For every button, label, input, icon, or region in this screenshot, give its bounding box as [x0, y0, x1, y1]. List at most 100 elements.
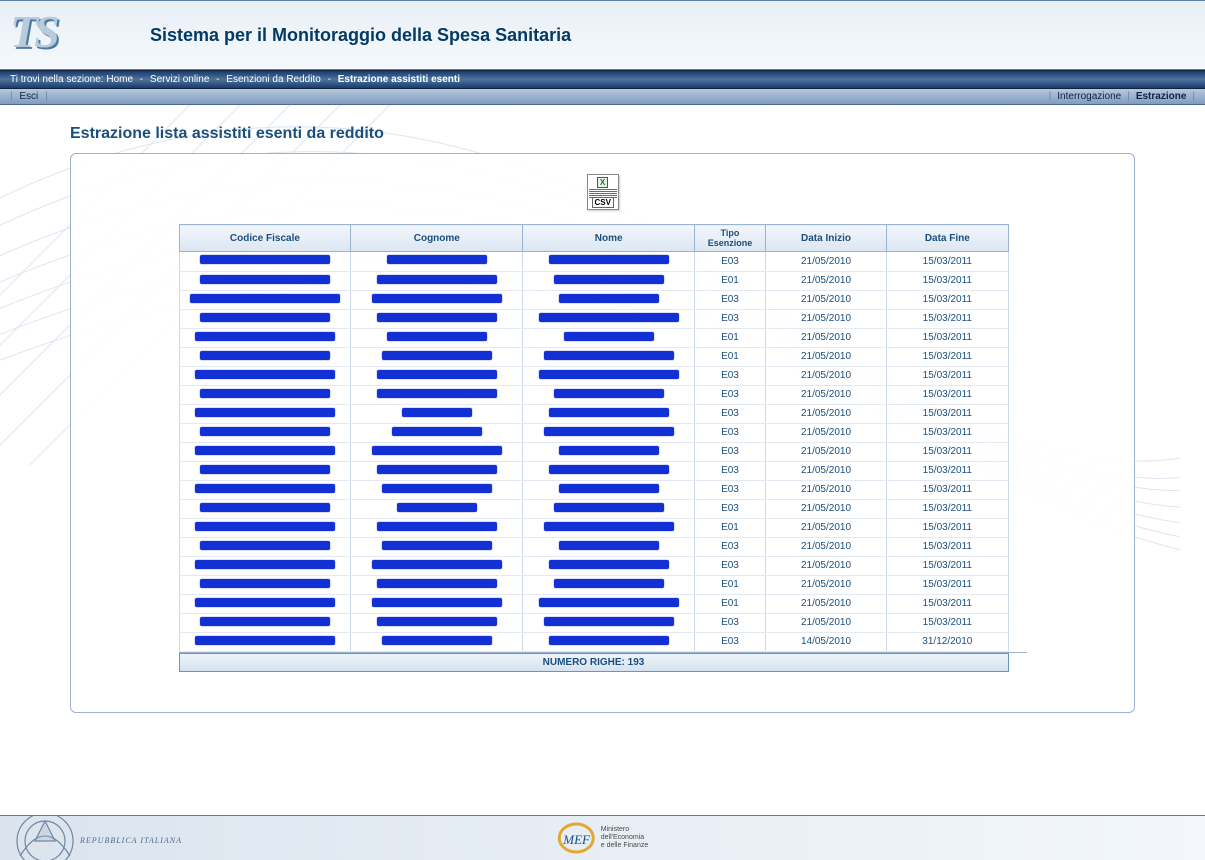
table-row[interactable]: E0121/05/201015/03/2011	[179, 594, 1008, 613]
estrazione-link[interactable]: Estrazione	[1132, 91, 1191, 102]
cell-data-fine: 15/03/2011	[887, 328, 1008, 347]
breadcrumb-link[interactable]: Servizi online	[147, 74, 212, 85]
table-row[interactable]: E0121/05/201015/03/2011	[179, 328, 1008, 347]
cell-tipo: E03	[695, 556, 766, 575]
cell-tipo: E03	[695, 461, 766, 480]
table-row[interactable]: E0321/05/201015/03/2011	[179, 252, 1008, 271]
redacted-value	[382, 541, 492, 550]
cell-data-inizio: 21/05/2010	[765, 385, 886, 404]
table-row[interactable]: E0121/05/201015/03/2011	[179, 518, 1008, 537]
redacted-value	[372, 446, 502, 455]
redacted-value	[195, 408, 335, 417]
col-cognome[interactable]: Cognome	[351, 225, 523, 252]
redacted-value	[549, 560, 669, 569]
footer: REPUBBLICA ITALIANA MEF Ministero dell'E…	[0, 815, 1205, 860]
results-scroll[interactable]: E0321/05/201015/03/2011E0121/05/201015/0…	[179, 252, 1027, 653]
redacted-value	[382, 636, 492, 645]
cell-data-inizio: 21/05/2010	[765, 366, 886, 385]
cell-data-fine: 15/03/2011	[887, 556, 1008, 575]
table-row[interactable]: E0321/05/201015/03/2011	[179, 461, 1008, 480]
table-row[interactable]: E0121/05/201015/03/2011	[179, 347, 1008, 366]
redacted-value	[200, 275, 330, 284]
mef-logo-block: MEF Ministero dell'Economia e delle Fina…	[557, 822, 648, 854]
redacted-value	[200, 579, 330, 588]
cell-data-inizio: 21/05/2010	[765, 594, 886, 613]
redacted-value	[544, 351, 674, 360]
redacted-value	[200, 617, 330, 626]
cell-data-fine: 15/03/2011	[887, 366, 1008, 385]
interrogazione-link[interactable]: Interrogazione	[1053, 91, 1125, 102]
table-row[interactable]: E0321/05/201015/03/2011	[179, 309, 1008, 328]
table-row[interactable]: E0321/05/201015/03/2011	[179, 442, 1008, 461]
breadcrumb-link[interactable]: Esenzioni da Reddito	[224, 74, 324, 85]
redacted-value	[554, 275, 664, 284]
table-row[interactable]: E0321/05/201015/03/2011	[179, 404, 1008, 423]
cell-data-inizio: 21/05/2010	[765, 271, 886, 290]
breadcrumb-link[interactable]: Home	[106, 74, 135, 85]
table-row[interactable]: E0321/05/201015/03/2011	[179, 556, 1008, 575]
redacted-value	[554, 579, 664, 588]
col-codice-fiscale[interactable]: Codice Fiscale	[179, 225, 351, 252]
cell-tipo: E03	[695, 404, 766, 423]
table-row[interactable]: E0321/05/201015/03/2011	[179, 366, 1008, 385]
cell-tipo: E03	[695, 252, 766, 271]
redacted-value	[544, 522, 674, 531]
redacted-value	[190, 294, 340, 303]
excel-icon: X	[597, 177, 608, 188]
cell-data-inizio: 21/05/2010	[765, 518, 886, 537]
menubar: | Esci | | Interrogazione | Estrazione |	[0, 89, 1205, 105]
table-row[interactable]: E0321/05/201015/03/2011	[179, 385, 1008, 404]
redacted-value	[200, 255, 330, 264]
col-data-fine[interactable]: Data Fine	[887, 225, 1008, 252]
redacted-value	[549, 408, 669, 417]
redacted-value	[559, 446, 659, 455]
cell-data-fine: 15/03/2011	[887, 404, 1008, 423]
logo-text: TS	[10, 5, 56, 58]
cell-data-inizio: 21/05/2010	[765, 461, 886, 480]
redacted-value	[200, 541, 330, 550]
table-row[interactable]: E0321/05/201015/03/2011	[179, 423, 1008, 442]
redacted-value	[387, 332, 487, 341]
col-tipo-esenzione[interactable]: Tipo Esenzione	[695, 225, 766, 252]
redacted-value	[195, 484, 335, 493]
table-row[interactable]: E0321/05/201015/03/2011	[179, 480, 1008, 499]
mef-icon: MEF	[557, 822, 595, 854]
cell-data-inizio: 14/05/2010	[765, 632, 886, 651]
table-row[interactable]: E0321/05/201015/03/2011	[179, 290, 1008, 309]
redacted-value	[195, 598, 335, 607]
col-nome[interactable]: Nome	[523, 225, 695, 252]
redacted-value	[372, 598, 502, 607]
cell-tipo: E01	[695, 575, 766, 594]
cell-data-fine: 15/03/2011	[887, 594, 1008, 613]
cell-tipo: E03	[695, 632, 766, 651]
redacted-value	[397, 503, 477, 512]
redacted-value	[554, 503, 664, 512]
redacted-value	[377, 389, 497, 398]
redacted-value	[564, 332, 654, 341]
cell-data-inizio: 21/05/2010	[765, 442, 886, 461]
table-row[interactable]: E0121/05/201015/03/2011	[179, 271, 1008, 290]
redacted-value	[539, 598, 679, 607]
cell-data-inizio: 21/05/2010	[765, 613, 886, 632]
table-row[interactable]: E0321/05/201015/03/2011	[179, 613, 1008, 632]
col-data-inizio[interactable]: Data Inizio	[765, 225, 886, 252]
export-csv-button[interactable]: X CSV	[587, 174, 619, 210]
app-title: Sistema per il Monitoraggio della Spesa …	[150, 25, 571, 46]
redacted-value	[200, 465, 330, 474]
table-row[interactable]: E0321/05/201015/03/2011	[179, 537, 1008, 556]
redacted-value	[195, 636, 335, 645]
cell-data-fine: 15/03/2011	[887, 271, 1008, 290]
redacted-value	[195, 522, 335, 531]
table-row[interactable]: E0321/05/201015/03/2011	[179, 499, 1008, 518]
redacted-value	[554, 389, 664, 398]
redacted-value	[200, 351, 330, 360]
redacted-value	[539, 370, 679, 379]
redacted-value	[377, 579, 497, 588]
table-row[interactable]: E0314/05/201031/12/2010	[179, 632, 1008, 651]
mef-acronym: MEF	[562, 832, 591, 847]
emblem-text: REPUBBLICA ITALIANA	[80, 836, 182, 845]
exit-link[interactable]: Esci	[15, 91, 42, 102]
cell-tipo: E03	[695, 613, 766, 632]
table-row[interactable]: E0121/05/201015/03/2011	[179, 575, 1008, 594]
cell-data-fine: 15/03/2011	[887, 252, 1008, 271]
